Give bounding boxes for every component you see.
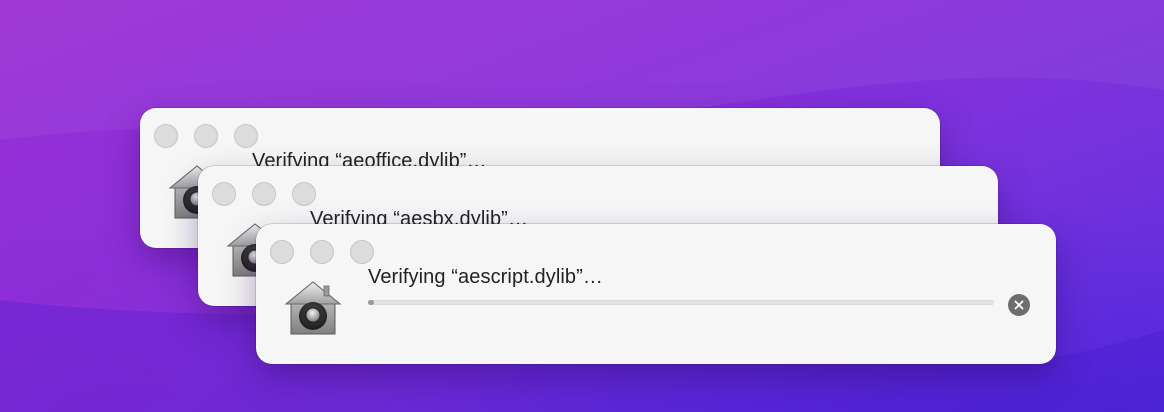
close-icon	[1014, 300, 1024, 310]
gatekeeper-house-lock-icon	[282, 278, 344, 340]
zoom-window-button[interactable]	[234, 124, 258, 148]
window-controls	[212, 182, 316, 206]
close-window-button[interactable]	[270, 240, 294, 264]
close-window-button[interactable]	[212, 182, 236, 206]
zoom-window-button[interactable]	[292, 182, 316, 206]
minimize-window-button[interactable]	[252, 182, 276, 206]
window-controls	[270, 240, 374, 264]
progress-bar	[368, 300, 994, 305]
progress-bar-fill	[368, 300, 375, 305]
minimize-window-button[interactable]	[194, 124, 218, 148]
cancel-verification-button[interactable]	[1008, 294, 1030, 316]
window-controls	[154, 124, 258, 148]
zoom-window-button[interactable]	[350, 240, 374, 264]
close-window-button[interactable]	[154, 124, 178, 148]
dialog-title: Verifying “aescript.dylib”…	[368, 266, 604, 288]
minimize-window-button[interactable]	[310, 240, 334, 264]
verifying-dialog-aescript: Verifying “aescript.dylib”…	[256, 224, 1056, 364]
